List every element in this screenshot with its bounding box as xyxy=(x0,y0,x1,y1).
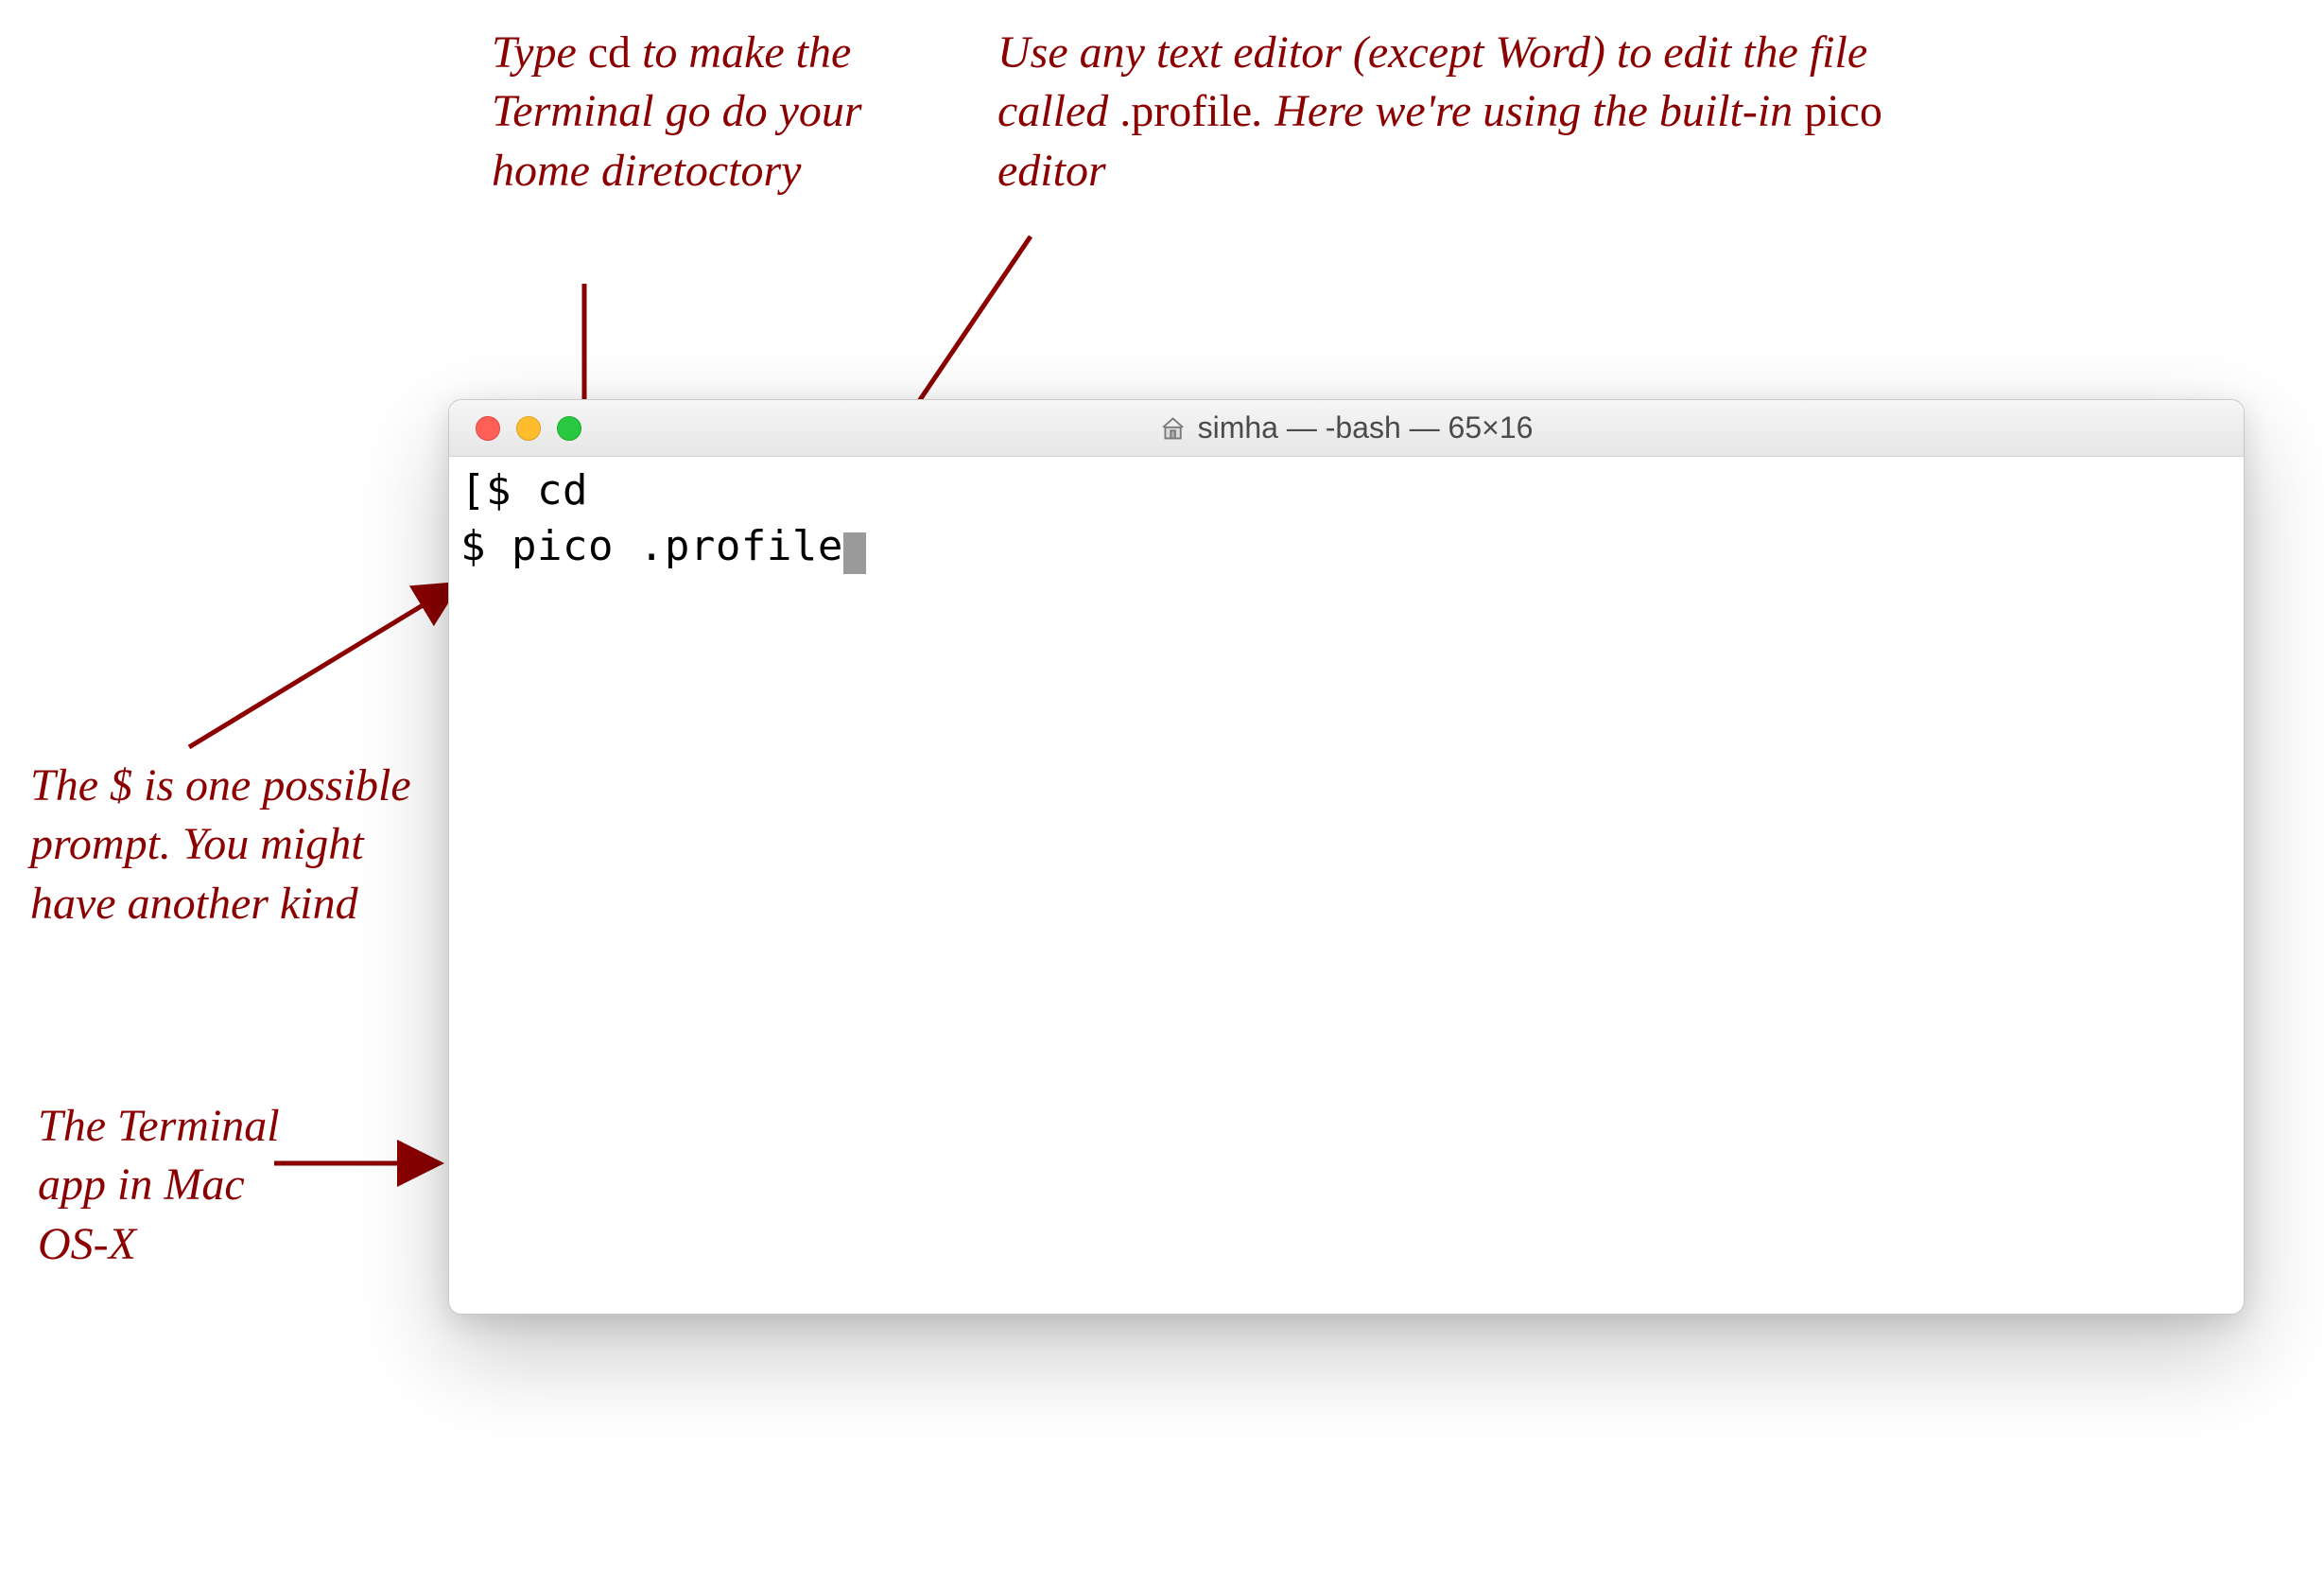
annotation-editor-post2: editor xyxy=(997,146,1106,196)
annotation-editor-code2: pico xyxy=(1804,86,1882,136)
annotation-appnote-text: The Terminal app in Mac OS-X xyxy=(38,1101,280,1269)
terminal-body[interactable]: [$ cd $ pico .profile xyxy=(449,457,2244,581)
window-title: simha — -bash — 65×16 xyxy=(1198,410,1534,445)
annotation-cd-code: cd xyxy=(588,27,631,78)
annotation-editor-code1: .profile xyxy=(1119,86,1252,136)
home-icon xyxy=(1160,415,1187,442)
cursor-icon xyxy=(843,532,866,574)
annotation-appnote: The Terminal app in Mac OS-X xyxy=(38,1097,284,1274)
terminal-line-2-text: $ pico .profile xyxy=(460,522,843,570)
annotation-cd-pre: Type xyxy=(492,27,588,78)
terminal-line-2: $ pico .profile xyxy=(460,518,2232,574)
annotation-prompt-text: The $ is one possible prompt. You might … xyxy=(30,760,411,929)
window-title-area: simha — -bash — 65×16 xyxy=(1160,410,1534,445)
traffic-lights xyxy=(449,416,581,441)
annotation-prompt: The $ is one possible prompt. You might … xyxy=(30,757,427,933)
annotation-cd: Type cd to make the Terminal go do your … xyxy=(492,24,936,200)
terminal-window[interactable]: simha — -bash — 65×16 [$ cd $ pico .prof… xyxy=(448,399,2245,1315)
terminal-line-1-text: [$ cd xyxy=(460,466,588,514)
terminal-line-1: [$ cd xyxy=(460,462,2232,518)
annotation-editor-post: . Here we're using the built-in xyxy=(1252,86,1804,136)
annotation-editor: Use any text editor (except Word) to edi… xyxy=(997,24,1886,200)
titlebar[interactable]: simha — -bash — 65×16 xyxy=(449,400,2244,457)
close-icon[interactable] xyxy=(476,416,500,441)
minimize-icon[interactable] xyxy=(516,416,541,441)
maximize-icon[interactable] xyxy=(557,416,581,441)
